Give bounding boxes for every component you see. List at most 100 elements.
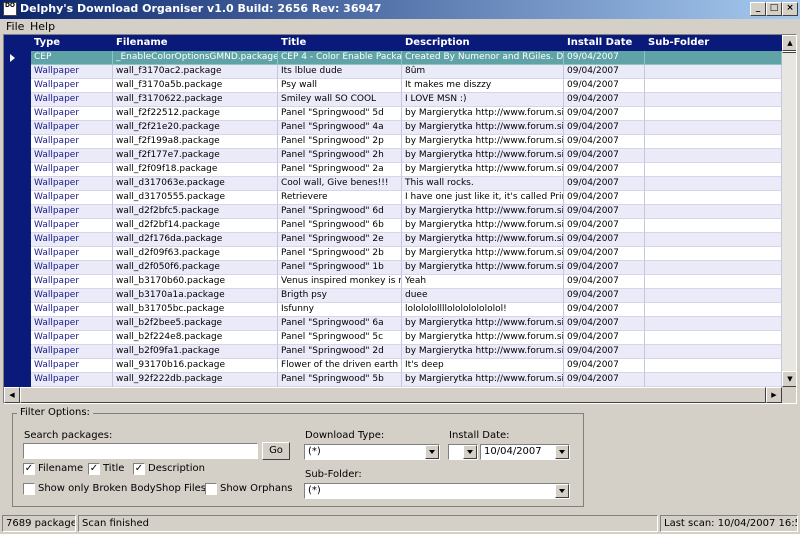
title-bar[interactable]: DO Delphy's Download Organiser v1.0 Buil… [0,0,800,19]
cell-sub-folder [645,205,782,219]
cell-filename: wall_f3170a5b.package [113,79,278,93]
cell-sub-folder [645,65,782,79]
cell-type: Wallpaper [31,135,113,149]
table-row[interactable]: Wallpaper wall_b3170b60.package Venus insp… [31,275,782,289]
table-row[interactable]: Wallpaper wall_f2f177e7.package Panel "Spr… [31,149,782,163]
menu-help[interactable]: Help [30,20,55,33]
scroll-left-icon[interactable]: ◀ [4,387,20,403]
install-date-label: Install Date: [449,430,510,441]
cell-description: I have one just like it, it's called Pri… [402,191,564,205]
cell-install-date: 09/04/2007 [564,247,645,261]
table-row[interactable]: Wallpaper wall_b3170a1a.package Brigth psy… [31,289,782,303]
table-row[interactable]: Wallpaper wall_f2f21e20.package Panel "Spr… [31,121,782,135]
chevron-down-icon[interactable] [555,484,569,498]
download-type-select[interactable]: (*) [304,444,440,460]
packages-grid[interactable]: Type Filename Title Description Install … [3,34,797,404]
broken-bodyshop-checkbox[interactable] [23,483,35,495]
cell-install-date: 09/04/2007 [564,79,645,93]
table-row[interactable]: Wallpaper wall_f3170622.package Smiley wal… [31,93,782,107]
column-header-type[interactable]: Type [34,37,60,48]
cell-install-date: 09/04/2007 [564,163,645,177]
install-date-picker[interactable]: 10/04/2007 [480,444,570,460]
date-operator-select[interactable] [448,444,478,460]
column-header-description[interactable]: Description [405,37,470,48]
scroll-down-icon[interactable]: ▼ [782,371,796,387]
sub-folder-select[interactable]: (*) [304,483,570,499]
table-row[interactable]: Wallpaper wall_f3170ac2.package Its lblue … [31,65,782,79]
chevron-down-icon[interactable] [463,445,477,459]
cell-description: lolololollllololololololol! [402,303,564,317]
cell-type: Wallpaper [31,79,113,93]
filename-checkbox[interactable]: ✓ [23,463,35,475]
cell-title: Venus inspired monkey is rubi [278,275,402,289]
cell-install-date: 09/04/2007 [564,317,645,331]
cell-sub-folder [645,51,782,65]
cell-install-date: 09/04/2007 [564,289,645,303]
table-row[interactable]: Wallpaper wall_d2f176da.package Panel "Spr… [31,233,782,247]
table-row[interactable]: Wallpaper wall_f2f22512.package Panel "Spr… [31,107,782,121]
cell-title: Panel "Springwood" 6d [278,205,402,219]
show-orphans-checkbox[interactable] [205,483,217,495]
status-package-count: 7689 packages [2,515,76,532]
table-row[interactable]: Wallpaper wall_92f222db.package Panel "Spr… [31,373,782,387]
cell-filename: wall_d2f176da.package [113,233,278,247]
cell-description: I LOVE MSN :) [402,93,564,107]
cell-filename: wall_d3170555.package [113,191,278,205]
minimize-button[interactable]: _ [750,2,766,16]
menu-file[interactable]: File [6,20,24,33]
search-input-box[interactable] [23,443,258,459]
horizontal-scrollbar[interactable]: ◀ ▶ [4,387,782,403]
cell-install-date: 09/04/2007 [564,121,645,135]
column-header-filename[interactable]: Filename [116,37,168,48]
table-row[interactable]: Wallpaper wall_f2f199a8.package Panel "Spr… [31,135,782,149]
close-button[interactable]: × [782,2,798,16]
table-row[interactable]: Wallpaper wall_d2f2bfc5.package Panel "Spr… [31,205,782,219]
table-row[interactable]: Wallpaper wall_b2f224e8.package Panel "Spr… [31,331,782,345]
table-row[interactable]: Wallpaper wall_d317063e.package Cool wall,… [31,177,782,191]
table-row[interactable]: Wallpaper wall_b31705bc.package Isfunny lol… [31,303,782,317]
scroll-up-icon[interactable]: ▲ [782,35,796,51]
table-row[interactable]: Wallpaper wall_93170b16.package Flower of … [31,359,782,373]
go-button[interactable]: Go [262,442,290,460]
title-checkbox[interactable]: ✓ [88,463,100,475]
column-header-sub-folder[interactable]: Sub-Folder [648,37,709,48]
cell-description: by Margierytka http://www.forum.sims [402,107,564,121]
cell-type: Wallpaper [31,331,113,345]
cell-description: by Margierytka http://www.forum.sims [402,163,564,177]
cell-type: Wallpaper [31,149,113,163]
chevron-down-icon[interactable] [555,445,569,459]
cell-sub-folder [645,275,782,289]
download-type-value: (*) [308,446,321,457]
vertical-scroll-thumb[interactable] [782,51,796,53]
maximize-button[interactable]: □ [766,2,782,16]
cell-filename: wall_f2f22512.package [113,107,278,121]
description-checkbox[interactable]: ✓ [133,463,145,475]
table-row[interactable]: Wallpaper wall_d2f050f6.package Panel "Spr… [31,261,782,275]
cell-sub-folder [645,233,782,247]
table-row[interactable]: Wallpaper wall_d3170555.package Retrievere… [31,191,782,205]
column-header-install-date[interactable]: Install Date [567,37,632,48]
table-row-selected[interactable]: CEP _EnableColorOptionsGMND.package CEP 4 … [31,51,782,65]
cell-install-date: 09/04/2007 [564,93,645,107]
cell-sub-folder [645,373,782,387]
cell-type: Wallpaper [31,275,113,289]
cell-description: by Margierytka http://www.forum.sims [402,317,564,331]
search-input[interactable] [27,444,257,458]
table-row[interactable]: Wallpaper wall_b2f2bee5.package Panel "Spr… [31,317,782,331]
table-row[interactable]: Wallpaper wall_f2f09f18.package Panel "Spr… [31,163,782,177]
cell-sub-folder [645,303,782,317]
cell-install-date: 09/04/2007 [564,275,645,289]
cell-filename: wall_b31705bc.package [113,303,278,317]
table-row[interactable]: Wallpaper wall_f3170a5b.package Psy wall It… [31,79,782,93]
column-header-title[interactable]: Title [281,37,306,48]
table-row[interactable]: Wallpaper wall_d2f09f63.package Panel "Spr… [31,247,782,261]
cell-title: Brigth psy [278,289,402,303]
vertical-scrollbar[interactable]: ▲ ▼ [782,35,796,387]
table-row[interactable]: Wallpaper wall_d2f2bf14.package Panel "Spr… [31,219,782,233]
horizontal-scroll-thumb[interactable] [20,387,766,403]
chevron-down-icon[interactable] [425,445,439,459]
cell-filename: wall_b2f2bee5.package [113,317,278,331]
cell-type: Wallpaper [31,219,113,233]
scroll-right-icon[interactable]: ▶ [766,387,782,403]
table-row[interactable]: Wallpaper wall_b2f09fa1.package Panel "Spr… [31,345,782,359]
